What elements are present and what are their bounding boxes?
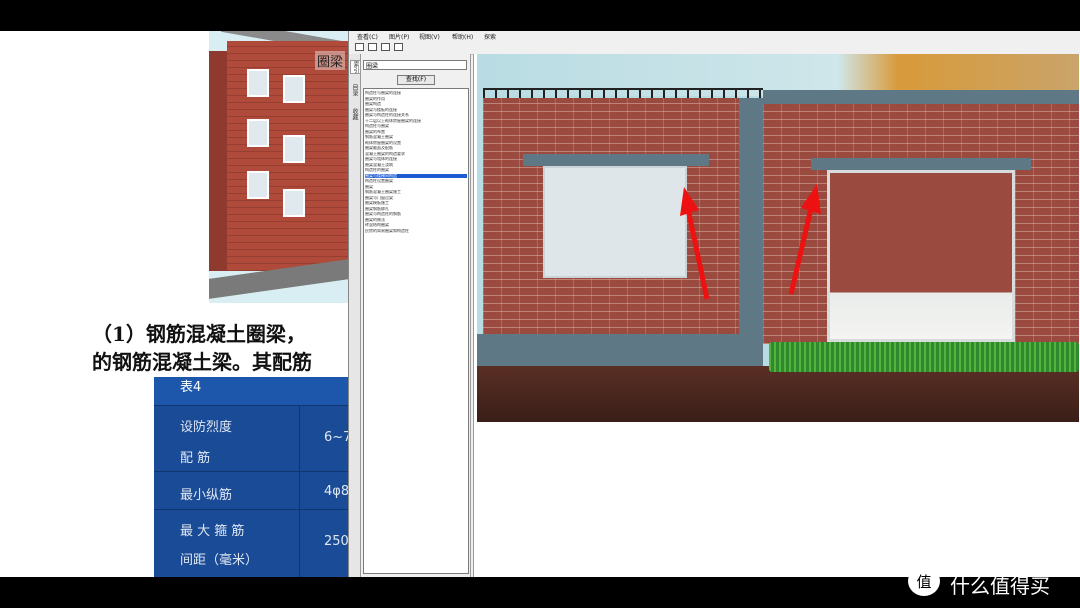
topic-item[interactable]: 钢筋混凝土圈梁 bbox=[365, 135, 467, 139]
menu-picture[interactable]: 图片(P) bbox=[389, 32, 409, 41]
letterbox-top bbox=[0, 0, 1080, 31]
svg-text:值: 值 bbox=[916, 573, 931, 591]
topic-item[interactable]: 圈梁的作用 bbox=[365, 97, 467, 101]
menu-help[interactable]: 帮助(H) bbox=[452, 32, 473, 41]
hide-panel-icon[interactable] bbox=[355, 43, 364, 51]
forward-icon[interactable] bbox=[381, 43, 390, 51]
tab-favorites[interactable]: 收藏 bbox=[350, 108, 359, 120]
red-arrow-icon bbox=[680, 187, 710, 300]
back-icon[interactable] bbox=[368, 43, 377, 51]
topic-item[interactable]: 圈梁与构造柱的连接关系 bbox=[365, 113, 467, 117]
topic-item[interactable]: 圈梁截面及配筋 bbox=[365, 146, 467, 150]
tab-index[interactable]: 索引 bbox=[350, 60, 361, 74]
toolbar bbox=[349, 41, 1080, 55]
reinforcement-table: 表4 设防烈度 配 筋 6~7 最小纵筋 4φ8 最 大 箍 筋 间距（毫米） … bbox=[154, 377, 351, 577]
topic-item[interactable]: 圈梁与构造柱的钢筋 bbox=[365, 212, 467, 216]
table-cell-label: 配 筋 bbox=[180, 451, 211, 466]
topic-item[interactable]: 圈梁 bbox=[365, 185, 467, 189]
topic-item[interactable]: 民房的简易圈梁和构造柱 bbox=[365, 229, 467, 233]
topic-item[interactable]: 钢筋混凝土圈梁施工 bbox=[365, 190, 467, 194]
table-row: 最小纵筋 4φ8 bbox=[154, 471, 350, 510]
table-cell-label: 间距（毫米） bbox=[180, 553, 259, 568]
topic-item[interactable]: 十二层以上砌体房屋圈梁的连接 bbox=[365, 119, 467, 123]
menu-bar: 查看(C) 图片(P) 视图(V) 帮助(H) 探索 bbox=[349, 31, 1080, 41]
grass-strip bbox=[769, 342, 1079, 372]
lintel-beam-left bbox=[523, 154, 709, 166]
menu-window[interactable]: 视图(V) bbox=[419, 32, 440, 41]
menu-view[interactable]: 查看(C) bbox=[357, 32, 378, 41]
topic-item[interactable]: 圈梁与墙体的连接 bbox=[365, 157, 467, 161]
table-caption: 表4 bbox=[154, 377, 350, 405]
topic-item[interactable]: 混凝土圈梁的构造要求 bbox=[365, 152, 467, 156]
tie-column bbox=[739, 98, 763, 368]
topic-item[interactable]: 构造柱的圈梁 bbox=[365, 168, 467, 172]
menu-explore[interactable]: 探索 bbox=[484, 32, 496, 41]
topic-item[interactable]: 砖混结构圈梁 bbox=[365, 223, 467, 227]
document-text-line-2: 的钢筋混凝土梁。其配筋 bbox=[92, 350, 312, 374]
search-input[interactable] bbox=[363, 60, 467, 70]
topic-list[interactable]: 构造柱与圈梁的连接 圈梁的作用 圈梁构造圈梁与楼板的连接 圈梁与构造柱的连接关系 十二层… bbox=[363, 88, 469, 574]
table-cell-value: 250 bbox=[324, 534, 349, 549]
lintel-beam-right bbox=[811, 158, 1031, 170]
table-row: 设防烈度 配 筋 6~7 bbox=[154, 405, 351, 472]
table-row: 最 大 箍 筋 间距（毫米） 250 bbox=[154, 509, 350, 577]
find-button[interactable]: 查找(F) bbox=[397, 75, 435, 85]
table-cell-label: 最小纵筋 bbox=[180, 488, 233, 503]
ring-beam-top-right bbox=[763, 90, 1079, 104]
rebar-top bbox=[483, 88, 763, 98]
topic-item[interactable]: 圈梁混凝土浇筑 bbox=[365, 163, 467, 167]
smzdm-logo-icon: 值 bbox=[908, 566, 940, 596]
topic-item[interactable]: 构造柱与圈梁的连接 bbox=[365, 91, 467, 95]
floor bbox=[477, 366, 1079, 422]
topic-item[interactable]: 砌体房屋圈梁的设置 bbox=[365, 141, 467, 145]
table-cell-label: 最 大 箍 筋 bbox=[180, 524, 245, 539]
table-cell-label: 设防烈度 bbox=[180, 420, 233, 435]
topic-item[interactable]: 圈梁与楼板的连接 bbox=[365, 108, 467, 112]
ring-beam-left bbox=[477, 334, 743, 368]
content-pane bbox=[473, 54, 1080, 577]
door-opening bbox=[827, 170, 1015, 342]
help-viewer-window: 查看(C) 图片(P) 视图(V) 帮助(H) 探索 索引 目录 收藏 查找(F… bbox=[348, 31, 1080, 577]
topic-item[interactable]: 圈梁与楼梯间构造 bbox=[365, 173, 467, 178]
topic-item[interactable]: 圈梁与门窗过梁 bbox=[365, 196, 467, 200]
red-arrow-icon bbox=[788, 184, 821, 295]
building-illustration: 圈梁 bbox=[209, 31, 349, 303]
topic-item[interactable]: 构造柱与圈梁 bbox=[365, 124, 467, 128]
side-tabs: 索引 目录 收藏 bbox=[349, 54, 361, 577]
document-text-line-1: （1）钢筋混凝土圈梁， bbox=[92, 322, 306, 346]
model-photo bbox=[477, 54, 1079, 422]
topic-item[interactable]: 圈梁构造 bbox=[365, 102, 467, 106]
watermark: 值 什么值得买 bbox=[908, 566, 1078, 598]
topic-item[interactable]: 圈梁的做法 bbox=[365, 218, 467, 222]
topic-item[interactable]: 圈梁钢筋绑扎 bbox=[365, 207, 467, 211]
tab-contents[interactable]: 目录 bbox=[350, 84, 359, 96]
watermark-text: 什么值得买 bbox=[950, 574, 1050, 598]
print-icon[interactable] bbox=[394, 43, 403, 51]
topic-item[interactable]: 圈梁的布置 bbox=[365, 130, 467, 134]
navigation-panel: 查找(F) 构造柱与圈梁的连接圈梁的作用圈梁构造圈梁与楼板的连接圈梁与构造柱的连… bbox=[361, 54, 471, 577]
topic-item[interactable]: 构造柱设置圈梁 bbox=[365, 179, 467, 183]
topic-item[interactable]: 圈梁模板施工 bbox=[365, 201, 467, 205]
illustration-label: 圈梁 bbox=[315, 51, 346, 70]
window-opening bbox=[543, 166, 687, 278]
